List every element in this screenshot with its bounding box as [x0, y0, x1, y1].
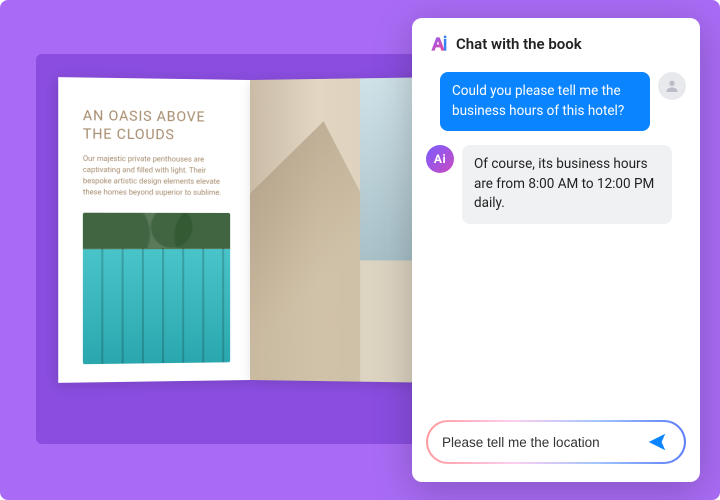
send-icon [646, 431, 668, 453]
message-row-ai: Ai Of course, its business hours are fro… [426, 145, 686, 224]
send-button[interactable] [640, 425, 674, 459]
chat-header: Chat with the book [412, 18, 700, 66]
user-message-bubble: Could you please tell me the business ho… [440, 72, 650, 131]
canvas: AN OASIS ABOVE THE CLOUDS Our majestic p… [0, 0, 720, 500]
chat-body: Could you please tell me the business ho… [412, 66, 700, 420]
book-title: AN OASIS ABOVE THE CLOUDS [83, 108, 230, 145]
book-spread: AN OASIS ABOVE THE CLOUDS Our majestic p… [60, 80, 440, 380]
chat-input[interactable] [442, 435, 632, 450]
book-body: Our majestic private penthouses are capt… [83, 154, 230, 199]
ai-avatar-badge: Ai [434, 152, 446, 166]
message-row-user: Could you please tell me the business ho… [426, 72, 686, 131]
ai-avatar-icon: Ai [426, 145, 454, 173]
book-image-pool [83, 212, 230, 364]
chat-title: Chat with the book [456, 35, 582, 53]
chat-input-border [426, 420, 686, 464]
user-avatar-icon [658, 72, 686, 100]
chat-input-inner [428, 422, 684, 462]
chat-input-wrap [412, 420, 700, 482]
chat-panel: Chat with the book Could you please tell… [412, 18, 700, 482]
ai-message-bubble: Of course, its business hours are from 8… [462, 145, 672, 224]
ai-logo-icon [428, 34, 448, 54]
book-page-left: AN OASIS ABOVE THE CLOUDS Our majestic p… [58, 77, 250, 383]
